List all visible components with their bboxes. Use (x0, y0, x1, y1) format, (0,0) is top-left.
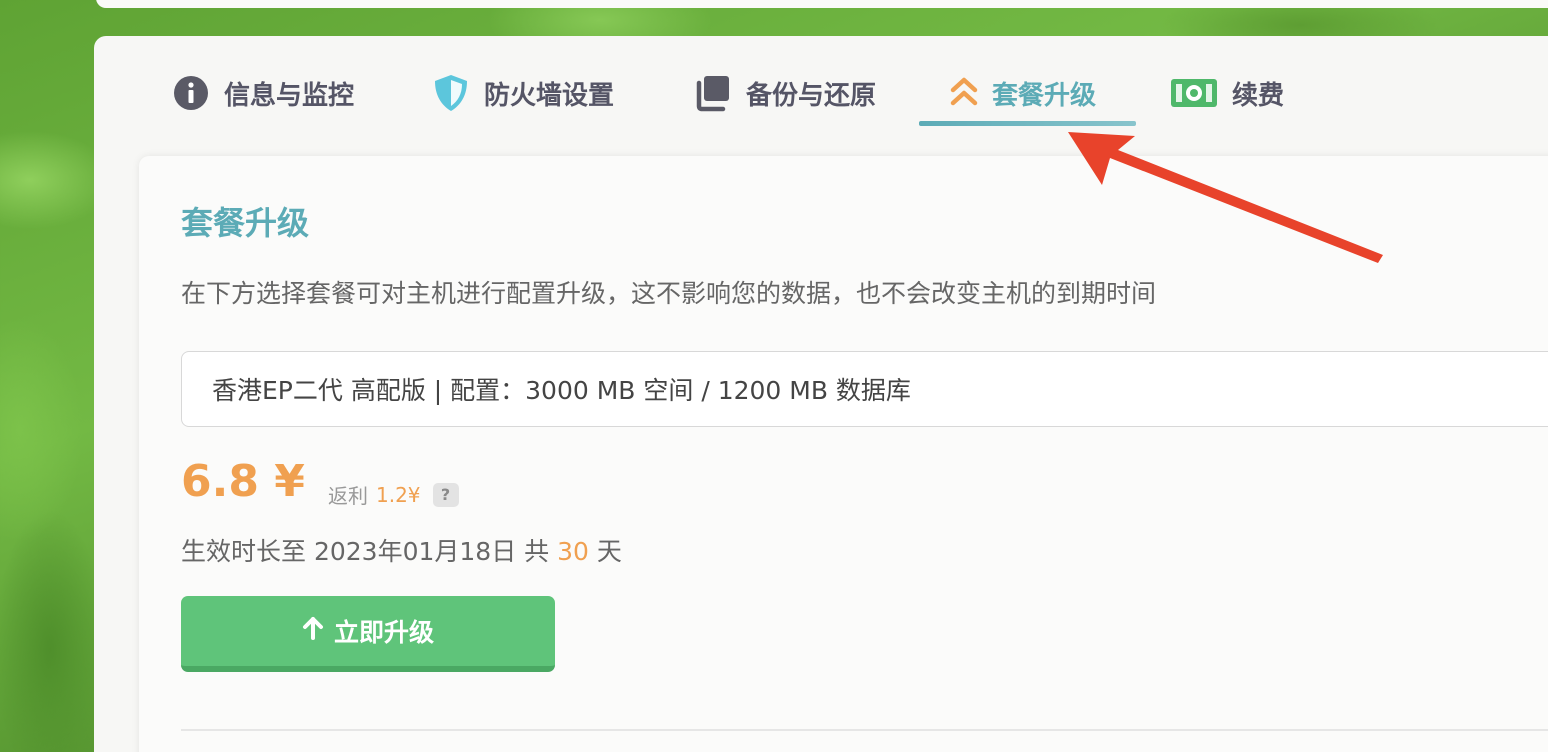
tab-plan-upgrade[interactable]: 套餐升级 (950, 60, 1096, 126)
tab-info-monitor[interactable]: 信息与监控 (172, 60, 354, 126)
tab-label: 续费 (1232, 80, 1285, 111)
copy-stack-icon (692, 73, 732, 113)
upgrade-price: 6.8 ¥ (181, 456, 305, 507)
tab-bar: 信息与监控 防火墙设置 备份与还原 套餐升级 续费 (150, 60, 1548, 130)
arrow-up-icon (302, 616, 324, 646)
tab-firewall[interactable]: 防火墙设置 (432, 60, 614, 126)
validity-prefix: 生效时长至 2023年01月18日 共 (181, 537, 550, 566)
double-chevron-up-icon (950, 76, 978, 110)
tab-renewal[interactable]: 续费 (1170, 60, 1284, 126)
selected-plan-value: 香港EP二代 高配版 | 配置：3000 MB 空间 / 1200 MB 数据库 (212, 376, 911, 405)
upgrade-now-label: 立即升级 (333, 618, 434, 647)
active-tab-indicator (919, 121, 1136, 126)
money-bill-icon (1170, 78, 1218, 108)
upgrade-now-button[interactable]: 立即升级 (181, 596, 555, 672)
plan-select[interactable]: 香港EP二代 高配版 | 配置：3000 MB 空间 / 1200 MB 数据库 (181, 351, 1548, 427)
page-title: 套餐升级 (181, 204, 310, 242)
help-icon[interactable]: ? (432, 482, 459, 507)
divider (181, 729, 1548, 731)
tab-label: 防火墙设置 (484, 80, 615, 111)
validity-days: 30 (557, 537, 589, 566)
shield-icon (432, 73, 470, 113)
rebate-amount: 1.2¥ (376, 482, 421, 507)
upgrade-description: 在下方选择套餐可对主机进行配置升级，这不影响您的数据，也不会改变主机的到期时间 (181, 279, 1157, 308)
tab-backup-restore[interactable]: 备份与还原 (692, 60, 876, 126)
top-card (96, 0, 1548, 8)
tab-label: 套餐升级 (992, 80, 1097, 111)
rebate-label: 返利 (328, 484, 368, 508)
tab-label: 备份与还原 (746, 80, 877, 111)
validity-text: 生效时长至 2023年01月18日 共 30 天 (181, 532, 622, 568)
tab-label: 信息与监控 (224, 80, 355, 111)
info-circle-icon (172, 74, 210, 112)
validity-suffix: 天 (596, 537, 622, 566)
rebate-info: 返利 1.2¥ ? (328, 480, 459, 509)
